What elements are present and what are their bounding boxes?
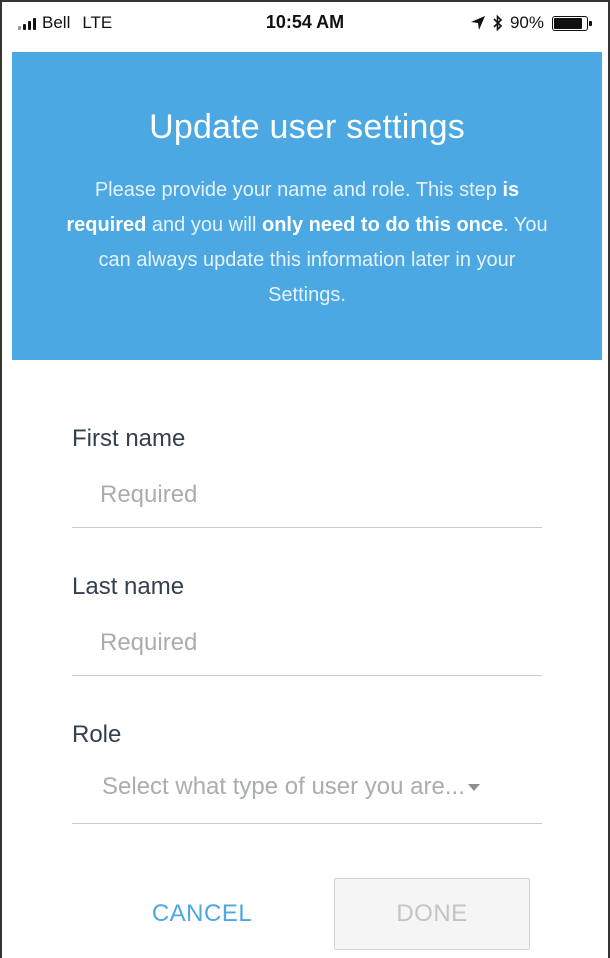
settings-form: First name Last name Role Select what ty… [72, 422, 542, 866]
dropdown-caret-icon [468, 784, 480, 791]
cancel-button[interactable]: CANCEL [142, 892, 262, 936]
battery-percent: 90% [509, 13, 544, 32]
settings-header: Update user settings Please provide your… [12, 52, 602, 360]
status-bar: Bell LTE 10:54 AM 90% [2, 2, 608, 44]
last-name-label: Last name [72, 573, 185, 600]
first-name-field: First name [72, 422, 542, 570]
done-button[interactable]: DONE [334, 878, 530, 950]
role-select-value: Select what type of user you are... [102, 773, 465, 800]
battery-fill [554, 17, 582, 29]
description-text: and you will [146, 214, 262, 236]
description-emphasis-once: only need to do this once [262, 214, 504, 236]
last-name-field: Last name [72, 570, 542, 718]
description-text: Please provide your name and role. This … [94, 179, 503, 201]
role-label: Role [72, 721, 122, 748]
role-select[interactable]: Select what type of user you are... [72, 772, 542, 824]
first-name-input[interactable] [72, 476, 542, 528]
page-title: Update user settings [149, 108, 465, 146]
location-arrow-icon [470, 16, 485, 30]
header-description: Please provide your name and role. This … [57, 173, 557, 313]
status-right: 90% [470, 13, 592, 33]
battery-icon [552, 15, 592, 31]
bluetooth-icon [493, 14, 503, 32]
role-field: Role Select what type of user you are... [72, 718, 542, 866]
phone-screen: Bell LTE 10:54 AM 90% Update user settin… [0, 0, 610, 958]
last-name-input[interactable] [72, 624, 542, 676]
form-actions: CANCEL DONE [2, 878, 608, 958]
first-name-label: First name [72, 425, 186, 452]
